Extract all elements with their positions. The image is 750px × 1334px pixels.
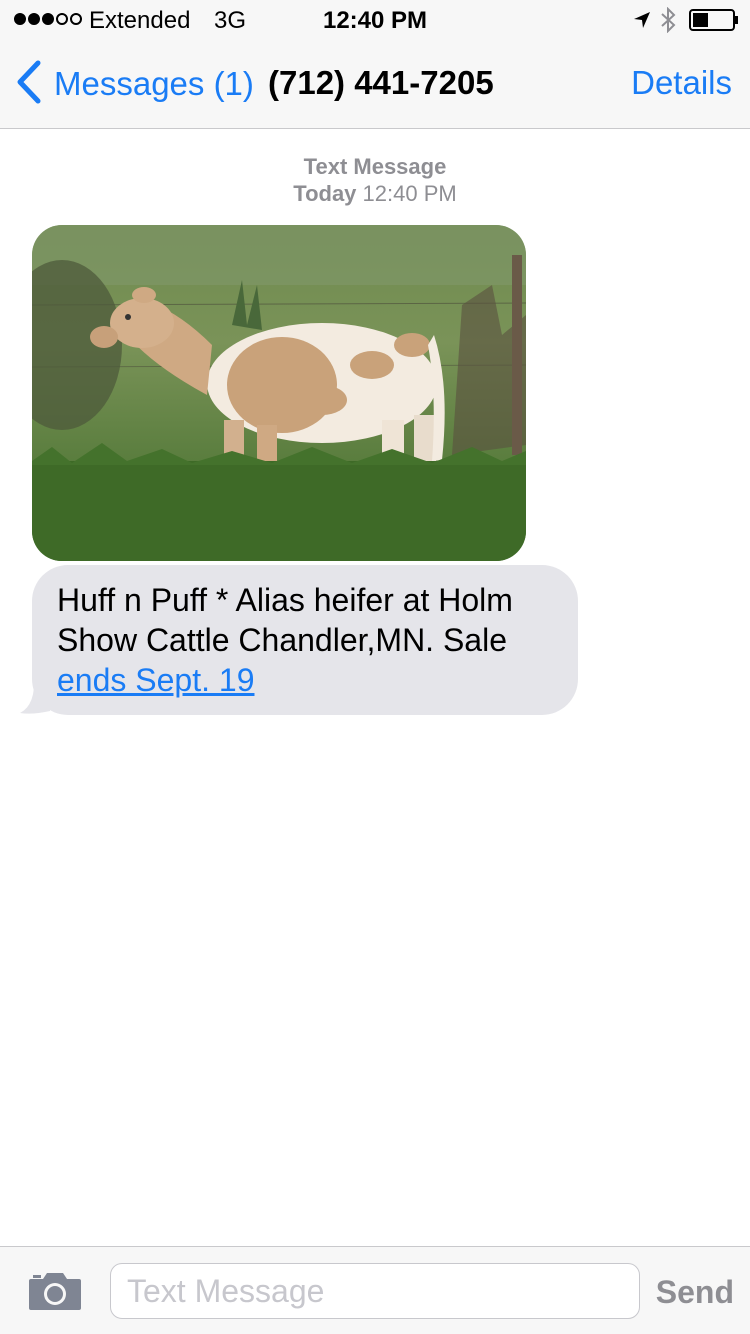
back-button[interactable]: Messages (1): [16, 60, 254, 109]
conversation-thread[interactable]: Text Message Today 12:40 PM Huff n Puff …: [0, 129, 750, 1245]
battery-icon: [689, 9, 739, 38]
messages-screen: Extended 3G 12:40 PM Messages (1) (712) …: [0, 0, 750, 1334]
photo-message[interactable]: [32, 225, 526, 561]
thread-timestamp: Today 12:40 PM: [0, 180, 750, 207]
navigation-bar: Messages (1) (712) 441-7205 Details: [0, 40, 750, 129]
details-button[interactable]: Details: [631, 64, 732, 102]
message-text: Huff n Puff * Alias heifer at Holm Show …: [57, 582, 513, 658]
thread-type-label: Text Message: [303, 154, 447, 179]
cow-photo: [32, 225, 526, 561]
message-bubble[interactable]: Huff n Puff * Alias heifer at Holm Show …: [32, 565, 578, 715]
send-button[interactable]: Send: [656, 1274, 734, 1311]
camera-icon[interactable]: [28, 1271, 82, 1316]
bluetooth-icon: [660, 6, 676, 40]
thread-time: 12:40 PM: [362, 181, 457, 206]
location-arrow-icon: [632, 9, 652, 37]
message-input[interactable]: [110, 1263, 640, 1319]
input-bar: Send: [0, 1246, 750, 1334]
back-label: Messages (1): [54, 65, 254, 102]
chevron-left-icon: [16, 60, 42, 109]
bubble-tail: [20, 675, 50, 720]
status-bar: Extended 3G 12:40 PM: [0, 0, 750, 40]
thread-header: Text Message Today 12:40 PM: [0, 153, 750, 207]
date-link[interactable]: ends Sept. 19: [57, 662, 254, 698]
contact-title: (712) 441-7205: [268, 64, 494, 101]
thread-day: Today: [293, 181, 357, 206]
